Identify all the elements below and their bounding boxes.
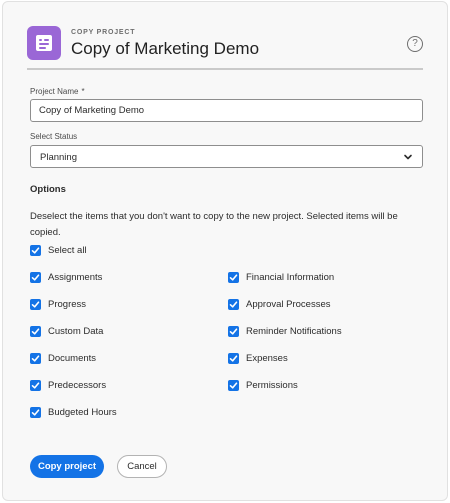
project-sheet-icon xyxy=(27,26,61,60)
option-financial-information[interactable]: Financial Information xyxy=(228,272,334,283)
option-progress[interactable]: Progress xyxy=(30,299,86,310)
option-label: Approval Processes xyxy=(246,299,331,310)
checkbox-checked-icon xyxy=(30,326,41,337)
checkbox-checked-icon xyxy=(228,299,239,310)
dialog-title: Copy of Marketing Demo xyxy=(71,39,260,58)
copy-project-button[interactable]: Copy project xyxy=(30,455,104,478)
option-budgeted-hours[interactable]: Budgeted Hours xyxy=(30,407,117,418)
help-circle-icon[interactable]: ? xyxy=(407,36,423,52)
options-instructions: Deselect the items that you don't want t… xyxy=(30,211,398,238)
option-label: Budgeted Hours xyxy=(48,407,117,418)
option-label: Custom Data xyxy=(48,326,104,337)
project-name-input[interactable] xyxy=(30,99,423,122)
project-name-label: Project Name * xyxy=(30,87,85,96)
option-predecessors[interactable]: Predecessors xyxy=(30,380,106,391)
dialog-header: COPY PROJECT Copy of Marketing Demo ? xyxy=(27,26,423,68)
dialog-eyebrow: COPY PROJECT xyxy=(71,29,136,36)
checkbox-checked-icon xyxy=(30,407,41,418)
option-label: Assignments xyxy=(48,272,103,283)
header-divider xyxy=(27,68,423,70)
checkbox-checked-icon xyxy=(30,380,41,391)
option-label: Reminder Notifications xyxy=(246,326,342,337)
project-name-label-text: Project Name xyxy=(30,87,79,96)
option-assignments[interactable]: Assignments xyxy=(30,272,102,283)
option-label: Predecessors xyxy=(48,380,107,391)
option-expenses[interactable]: Expenses xyxy=(228,353,288,364)
option-custom-data[interactable]: Custom Data xyxy=(30,326,103,337)
option-label: Financial Information xyxy=(246,272,335,283)
copy-project-dialog: COPY PROJECT Copy of Marketing Demo ? Pr… xyxy=(2,1,448,501)
cancel-button[interactable]: Cancel xyxy=(117,455,167,478)
checkbox-checked-icon xyxy=(228,326,239,337)
checkbox-checked-icon xyxy=(228,272,239,283)
option-label: Progress xyxy=(48,299,87,310)
checkbox-checked-icon xyxy=(228,380,239,391)
chevron-down-icon xyxy=(404,154,412,160)
option-label: Documents xyxy=(48,353,97,364)
checkbox-checked-icon xyxy=(30,272,41,283)
option-label: Expenses xyxy=(246,353,288,364)
option-label: Permissions xyxy=(246,380,298,391)
status-select-value: Planning xyxy=(40,152,77,163)
status-select[interactable]: Planning xyxy=(30,145,423,168)
checkbox-checked-icon xyxy=(228,353,239,364)
select-all-label: Select all xyxy=(48,245,87,256)
checkbox-checked-icon xyxy=(30,299,41,310)
checkbox-checked-icon xyxy=(30,353,41,364)
required-marker: * xyxy=(81,87,85,96)
select-all-checkbox[interactable]: Select all xyxy=(30,245,87,256)
option-reminder-notifications[interactable]: Reminder Notifications xyxy=(228,326,342,337)
option-documents[interactable]: Documents xyxy=(30,353,96,364)
checkbox-checked-icon xyxy=(30,245,41,256)
options-heading: Options xyxy=(30,184,66,195)
status-label: Select Status xyxy=(30,132,78,141)
option-permissions[interactable]: Permissions xyxy=(228,380,298,391)
option-approval-processes[interactable]: Approval Processes xyxy=(228,299,330,310)
